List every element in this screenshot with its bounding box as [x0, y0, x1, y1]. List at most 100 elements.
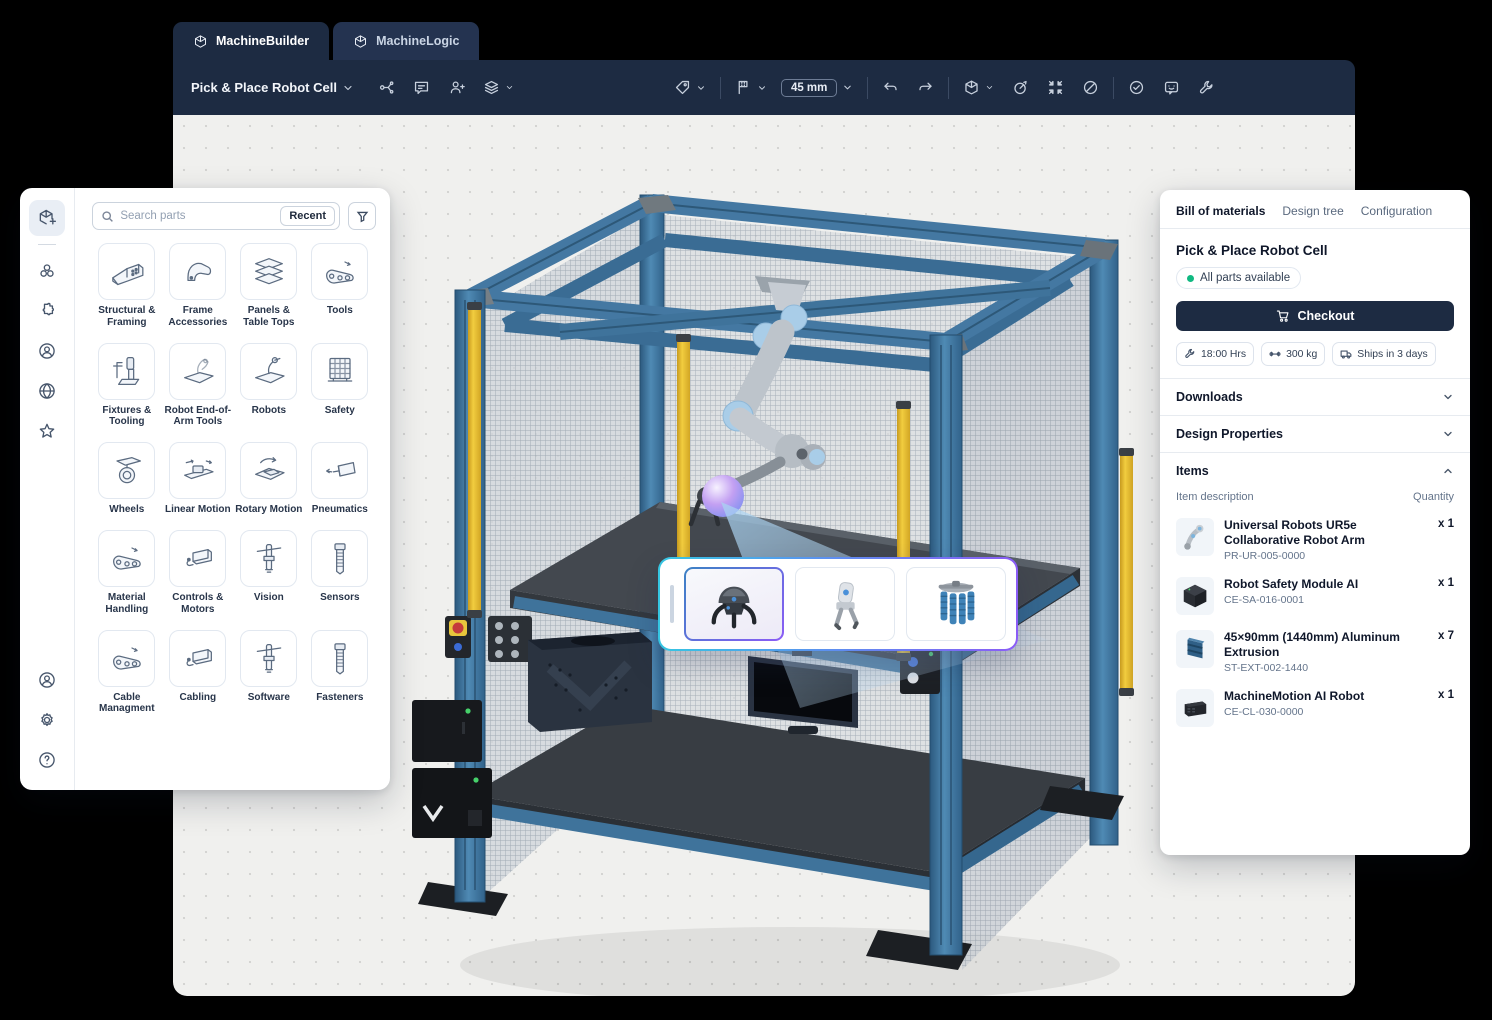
connector-panel	[488, 616, 532, 662]
comment-icon[interactable]	[413, 79, 430, 96]
tab-machinelogic[interactable]: MachineLogic	[333, 22, 479, 60]
tab-configuration[interactable]: Configuration	[1361, 204, 1432, 218]
sidebar-item-community[interactable]	[29, 373, 65, 409]
view-cube-menu[interactable]	[963, 79, 994, 96]
tab-bill-of-materials[interactable]: Bill of materials	[1176, 204, 1265, 218]
sidebar-rail	[20, 188, 75, 790]
undo-icon[interactable]	[882, 79, 899, 96]
category-tile[interactable]	[98, 630, 155, 687]
frame-accessories-icon	[178, 252, 218, 292]
category-tile[interactable]	[240, 343, 297, 400]
bom-project-title: Pick & Place Robot Cell	[1176, 243, 1454, 258]
cable-managment-icon	[107, 638, 147, 678]
dimension-tool[interactable]	[735, 79, 767, 96]
label-tool[interactable]	[674, 79, 706, 96]
robot-arm-thumb-icon	[1180, 522, 1210, 552]
floor-shadow	[460, 927, 1120, 996]
shipping-chip: Ships in 3 days	[1332, 342, 1435, 366]
cart-icon	[1276, 309, 1290, 323]
software-icon	[249, 638, 289, 678]
section-design-properties[interactable]: Design Properties	[1160, 415, 1470, 452]
main-toolbar: Pick & Place Robot Cell 45 mm	[173, 60, 1355, 115]
category-tile[interactable]	[311, 243, 368, 300]
sidebar-item-settings[interactable]	[29, 702, 65, 738]
section-downloads[interactable]: Downloads	[1160, 378, 1470, 415]
orbit-gauge-icon[interactable]	[1012, 79, 1029, 96]
sidebar-item-help[interactable]	[29, 742, 65, 778]
grid-size-selector[interactable]: 45 mm	[781, 79, 853, 97]
category-tile[interactable]	[240, 530, 297, 587]
category-tile[interactable]	[240, 243, 297, 300]
category-tile[interactable]	[240, 630, 297, 687]
weight-label: 300 kg	[1286, 349, 1317, 360]
bom-item-ur5e[interactable]: Universal Robots UR5e Collaborative Robo…	[1176, 518, 1454, 562]
control-box-upper	[412, 700, 482, 762]
category-tile[interactable]	[311, 630, 368, 687]
bom-item-safety-module[interactable]: Robot Safety Module AI CE-SA-016-0001 x …	[1176, 577, 1454, 615]
feedback-icon[interactable]	[1163, 79, 1180, 96]
sidebar-item-assemblies[interactable]	[29, 253, 65, 289]
tab-machinebuilder[interactable]: MachineBuilder	[173, 22, 329, 60]
category-fasteners: Fasteners	[305, 630, 374, 716]
category-tile[interactable]	[311, 530, 368, 587]
category-cable-managment: Cable Managment	[92, 630, 161, 716]
category-structural-framing: Structural & Framing	[92, 243, 161, 329]
availability-dot	[1187, 275, 1194, 282]
category-safety: Safety	[305, 343, 374, 429]
sidebar-item-account[interactable]	[29, 662, 65, 698]
category-tile[interactable]	[169, 630, 226, 687]
two-finger-gripper-icon	[818, 577, 872, 631]
cube-logo-icon	[193, 34, 208, 49]
redo-icon[interactable]	[917, 79, 934, 96]
category-tile[interactable]	[169, 530, 226, 587]
search-parts-field[interactable]: Recent	[92, 202, 340, 230]
category-tile[interactable]	[240, 442, 297, 499]
eoat-option-two-finger-gripper[interactable]	[795, 567, 895, 641]
suction-cup-gripper-icon	[929, 577, 983, 631]
link-icon[interactable]	[1082, 79, 1099, 96]
pneumatics-icon	[320, 451, 360, 491]
eoat-option-suction-cup-gripper[interactable]	[906, 567, 1006, 641]
add-user-icon[interactable]	[448, 79, 465, 96]
sidebar-item-profile[interactable]	[29, 333, 65, 369]
weight-chip: 300 kg	[1261, 342, 1325, 366]
sidebar-item-favorites[interactable]	[29, 413, 65, 449]
material-handling-icon	[107, 538, 147, 578]
category-tile[interactable]	[169, 442, 226, 499]
popup-drag-handle[interactable]	[670, 585, 674, 623]
version-branch-icon[interactable]	[378, 79, 395, 96]
category-tile[interactable]	[311, 343, 368, 400]
category-tile[interactable]	[311, 442, 368, 499]
collab-tools-group	[378, 79, 514, 96]
sidebar-item-add-part[interactable]	[29, 200, 65, 236]
tab-design-tree[interactable]: Design tree	[1282, 204, 1343, 218]
view-cube-icon	[963, 79, 980, 96]
filter-button[interactable]	[348, 202, 376, 230]
bom-item-machinemotion[interactable]: MachineMotion AI Robot CE-CL-030-0000 x …	[1176, 689, 1454, 727]
category-tile[interactable]	[98, 530, 155, 587]
design-check-icon[interactable]	[1128, 79, 1145, 96]
category-tile[interactable]	[169, 343, 226, 400]
fit-view-icon[interactable]	[1047, 79, 1064, 96]
category-tile[interactable]	[169, 243, 226, 300]
section-items[interactable]: Items	[1160, 452, 1470, 489]
layers-menu[interactable]	[483, 79, 514, 96]
checkout-button[interactable]: Checkout	[1176, 301, 1454, 331]
project-name-menu[interactable]: Pick & Place Robot Cell	[191, 80, 354, 95]
tag-icon	[674, 79, 691, 96]
chevron-down-icon	[842, 82, 853, 93]
eoat-option-three-finger-gripper[interactable]	[684, 567, 784, 641]
bom-accordion: Downloads Design Properties Items	[1160, 378, 1470, 489]
sidebar-item-integrations[interactable]	[29, 293, 65, 329]
bom-item-extrusion[interactable]: 45×90mm (1440mm) Aluminum Extrusion ST-E…	[1176, 630, 1454, 674]
recent-button[interactable]: Recent	[280, 206, 335, 226]
linear-motion-icon	[178, 451, 218, 491]
search-input[interactable]	[114, 210, 280, 222]
category-tile[interactable]	[98, 243, 155, 300]
maintenance-wrench-icon[interactable]	[1198, 79, 1215, 96]
category-material-handling: Material Handling	[92, 530, 161, 616]
rail-divider	[38, 244, 56, 245]
category-tile[interactable]	[98, 442, 155, 499]
category-tile[interactable]	[98, 343, 155, 400]
category-fixtures-tooling: Fixtures & Tooling	[92, 343, 161, 429]
